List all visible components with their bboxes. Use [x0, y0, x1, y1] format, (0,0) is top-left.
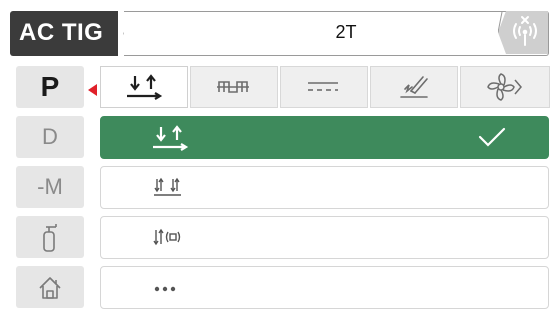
two-stroke-icon [127, 74, 163, 100]
tab-torch[interactable] [370, 66, 458, 108]
wireless-antenna-icon[interactable] [498, 11, 548, 56]
selection-pointer [88, 84, 97, 96]
list-item-four-stroke[interactable] [100, 166, 549, 209]
sidebar-item-m[interactable]: -M [16, 166, 84, 208]
tab-pulse[interactable] [190, 66, 278, 108]
program-display: 2T [124, 11, 549, 56]
sidebar-item-label: -M [37, 174, 63, 199]
sidebar-item-gas[interactable] [16, 216, 84, 258]
gas-cylinder-icon [43, 224, 57, 252]
sidebar-item-label: D [42, 124, 58, 149]
pulse-wave-icon [217, 81, 249, 93]
sidebar-item-d[interactable]: D [16, 116, 84, 158]
mode-tab[interactable]: AC TIG [10, 11, 118, 56]
spot-weld-icon [153, 228, 181, 246]
tab-fan[interactable] [460, 66, 550, 108]
more-icon [154, 286, 176, 292]
home-icon [39, 277, 61, 299]
welding-torch-icon [400, 76, 428, 98]
four-stroke-icon [154, 177, 181, 196]
fan-icon [487, 73, 522, 101]
tab-two-stroke[interactable] [100, 66, 188, 108]
dc-current-icon [308, 82, 338, 91]
sidebar-item-p[interactable]: P [16, 66, 84, 108]
two-stroke-icon [153, 125, 189, 151]
sidebar-item-label: P [40, 71, 60, 102]
mode-title: AC TIG [19, 19, 104, 46]
check-icon [478, 127, 506, 147]
function-tab-bar [100, 66, 550, 108]
list-item-more[interactable] [100, 266, 549, 309]
program-label: 2T [335, 22, 357, 42]
list-item-spot[interactable] [100, 216, 549, 259]
tab-dc[interactable] [280, 66, 368, 108]
list-item-two-stroke[interactable] [100, 116, 549, 159]
sidebar-item-home[interactable] [16, 266, 84, 308]
top-bar: AC TIG 2T [10, 11, 549, 56]
